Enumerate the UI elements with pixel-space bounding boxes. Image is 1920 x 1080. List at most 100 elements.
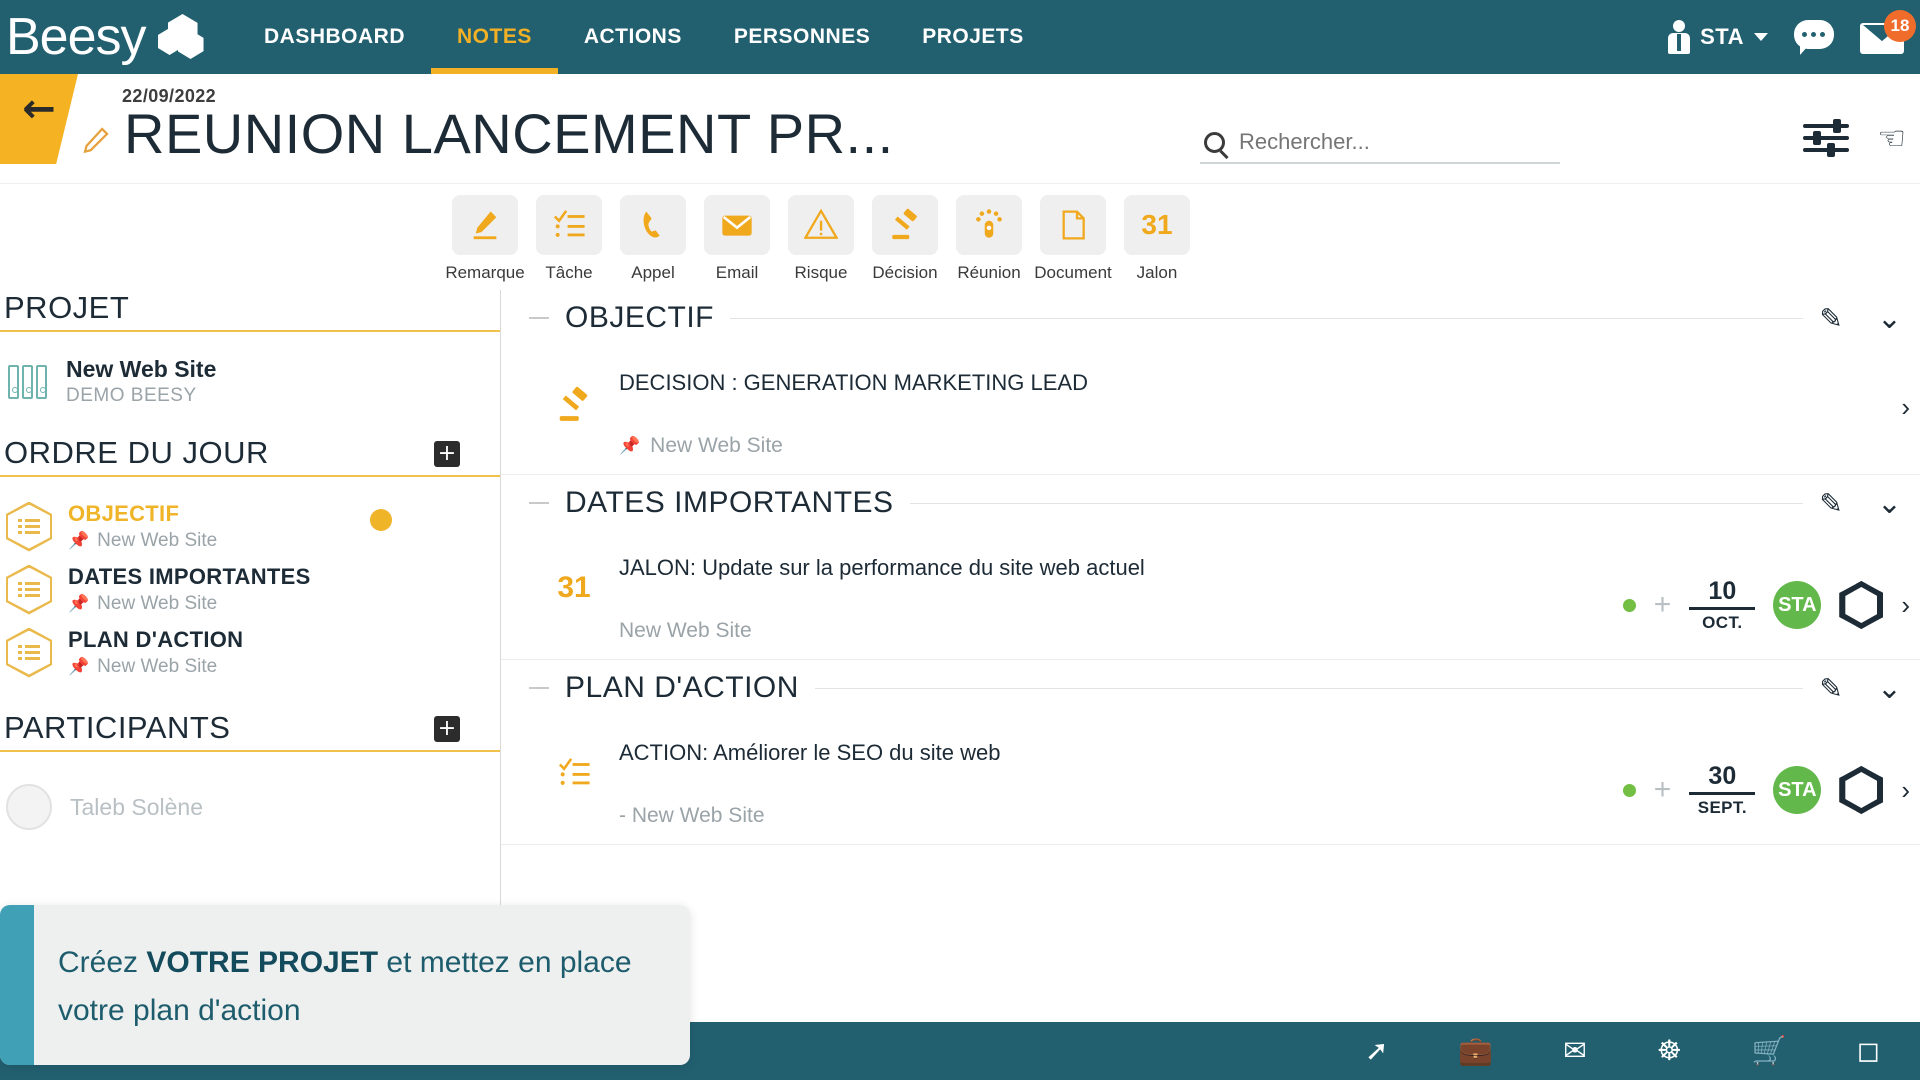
- entry-right-controls: ›: [1901, 364, 1910, 423]
- arrow-left-icon: ←: [22, 86, 56, 132]
- project-card[interactable]: New Web Site DEMO BEESY: [0, 350, 500, 413]
- create-appel-button[interactable]: Appel: [620, 195, 686, 283]
- collapse-dash-icon[interactable]: [529, 502, 549, 504]
- entry-right-controls: + 10 OCT. STA ›: [1622, 549, 1910, 633]
- beesy-hexagon-logo-icon: [152, 14, 210, 60]
- chevron-down-icon: [1754, 33, 1768, 41]
- sidebar-item-objectif[interactable]: OBJECTIF 📌 New Web Site: [0, 495, 500, 558]
- sidebar-item-plan-daction[interactable]: PLAN D'ACTION 📌 New Web Site: [0, 621, 500, 684]
- checklist-icon: [536, 195, 602, 255]
- user-avatar-icon: [1668, 20, 1691, 54]
- window-icon[interactable]: ◻: [1857, 1037, 1880, 1065]
- project-name: New Web Site: [66, 356, 217, 382]
- calendar-31-icon: 31: [557, 571, 591, 604]
- entry-body: ACTION: Améliorer le SEO du site web - N…: [619, 734, 1623, 828]
- due-date-chip[interactable]: 30 SEPT.: [1689, 762, 1756, 818]
- mail-icon[interactable]: 18: [1860, 10, 1916, 58]
- note-content-panel: OBJECTIF ✎ ⌄ DECISION : GENERATION MARKE…: [500, 290, 1920, 1080]
- toolbar-label: Réunion: [957, 263, 1021, 282]
- top-navigation-bar: Beesy DASHBOARD NOTES ACTIONS PERSONNES …: [0, 0, 1920, 74]
- entry-row-action[interactable]: ACTION: Améliorer le SEO du site web - N…: [501, 716, 1920, 845]
- chat-icon[interactable]: [1794, 20, 1834, 55]
- assignee-avatar[interactable]: STA: [1773, 581, 1822, 629]
- nav-item-notes[interactable]: NOTES: [431, 0, 558, 74]
- add-icon[interactable]: +: [1654, 590, 1672, 620]
- create-decision-button[interactable]: Décision: [872, 195, 938, 283]
- entry-row-decision[interactable]: DECISION : GENERATION MARKETING LEAD 📌 N…: [501, 346, 1920, 475]
- gavel-icon: [529, 364, 619, 424]
- chevron-right-icon[interactable]: ›: [1901, 775, 1910, 806]
- nav-item-actions[interactable]: ACTIONS: [558, 0, 708, 74]
- create-tache-button[interactable]: Tâche: [536, 195, 602, 283]
- collapse-dash-icon[interactable]: [529, 317, 549, 319]
- create-remarque-button[interactable]: Remarque: [445, 195, 525, 283]
- chevron-down-icon[interactable]: ⌄: [1877, 301, 1902, 336]
- create-jalon-button[interactable]: 31 Jalon: [1124, 195, 1190, 283]
- chevron-down-icon[interactable]: ⌄: [1877, 486, 1902, 521]
- envelope-icon: [704, 195, 770, 255]
- chevron-right-icon[interactable]: ›: [1901, 590, 1910, 621]
- edit-pencil-icon[interactable]: [78, 118, 112, 164]
- tooltip-text: Créez VOTRE PROJET et mettez en place vo…: [58, 939, 660, 1035]
- edit-section-icon[interactable]: ✎: [1819, 302, 1842, 335]
- section-header-objectif: OBJECTIF ✎ ⌄: [501, 290, 1920, 346]
- divider: [730, 317, 1804, 319]
- filter-settings-icon[interactable]: [1803, 118, 1851, 158]
- pin-icon: 📌: [68, 657, 90, 676]
- cart-icon[interactable]: 🛒: [1752, 1037, 1787, 1065]
- edit-section-icon[interactable]: ✎: [1819, 487, 1842, 520]
- agenda-label: DATES IMPORTANTES: [68, 564, 311, 589]
- entry-row-jalon[interactable]: 31 JALON: Update sur la performance du s…: [501, 531, 1920, 660]
- tooltip-prefix: Créez: [58, 946, 147, 979]
- nav-item-personnes[interactable]: PERSONNES: [708, 0, 896, 74]
- edit-section-icon[interactable]: ✎: [1819, 672, 1842, 705]
- avatar: [6, 784, 52, 830]
- hand-pointer-icon[interactable]: ☜: [1877, 119, 1906, 157]
- entry-sub-label: New Web Site: [619, 619, 752, 642]
- projet-section-header: PROJET: [0, 290, 500, 332]
- assignee-avatar[interactable]: STA: [1773, 766, 1822, 814]
- create-risque-button[interactable]: Risque: [788, 195, 854, 283]
- agenda-sub-label: New Web Site: [97, 530, 218, 551]
- search-input[interactable]: [1239, 129, 1529, 155]
- due-date-day: 10: [1689, 577, 1756, 610]
- pin-icon: 📌: [619, 436, 641, 455]
- due-date-month: OCT.: [1702, 613, 1743, 632]
- entry-body: DECISION : GENERATION MARKETING LEAD 📌 N…: [619, 364, 1901, 458]
- user-menu[interactable]: STA: [1668, 20, 1768, 54]
- entry-sub: 📌 New Web Site: [619, 434, 1901, 458]
- add-icon[interactable]: +: [1654, 775, 1672, 805]
- brand-logo[interactable]: Beesy: [0, 11, 210, 63]
- add-agenda-item-button[interactable]: +: [434, 441, 460, 467]
- nav-item-dashboard[interactable]: DASHBOARD: [238, 0, 431, 74]
- create-reunion-button[interactable]: Réunion: [956, 195, 1022, 283]
- search-box[interactable]: [1200, 122, 1560, 164]
- create-email-button[interactable]: Email: [704, 195, 770, 283]
- add-participant-button[interactable]: +: [434, 716, 460, 742]
- entry-right-controls: + 30 SEPT. STA ›: [1622, 734, 1910, 818]
- collapse-dash-icon[interactable]: [529, 687, 549, 689]
- sidebar-item-dates-importantes[interactable]: DATES IMPORTANTES 📌 New Web Site: [0, 558, 500, 621]
- status-dot-green: [1622, 783, 1636, 797]
- status-hexagon-icon[interactable]: [1839, 581, 1884, 629]
- due-date-chip[interactable]: 10 OCT.: [1689, 577, 1756, 633]
- lifebuoy-icon[interactable]: ☸: [1657, 1037, 1682, 1065]
- envelope-icon[interactable]: ✉: [1563, 1037, 1586, 1065]
- meeting-icon: [956, 195, 1022, 255]
- toolbar-label: Document: [1034, 263, 1112, 282]
- agenda-sub: 📌 New Web Site: [68, 656, 243, 678]
- chevron-down-icon[interactable]: ⌄: [1877, 671, 1902, 706]
- onboarding-tooltip[interactable]: Créez VOTRE PROJET et mettez en place vo…: [0, 905, 690, 1065]
- gavel-icon: [872, 195, 938, 255]
- status-hexagon-icon[interactable]: [1839, 766, 1884, 814]
- chevron-right-icon[interactable]: ›: [1901, 392, 1910, 423]
- participant-row[interactable]: Taleb Solène: [0, 770, 500, 830]
- divider: [814, 687, 1804, 689]
- briefcase-icon[interactable]: 💼: [1458, 1037, 1493, 1065]
- pin-icon[interactable]: ➚: [1365, 1037, 1388, 1065]
- back-button[interactable]: ←: [0, 74, 78, 164]
- nav-item-projets[interactable]: PROJETS: [896, 0, 1050, 74]
- warning-triangle-icon: [788, 195, 854, 255]
- participant-name: Taleb Solène: [70, 793, 203, 820]
- create-document-button[interactable]: Document: [1034, 195, 1112, 283]
